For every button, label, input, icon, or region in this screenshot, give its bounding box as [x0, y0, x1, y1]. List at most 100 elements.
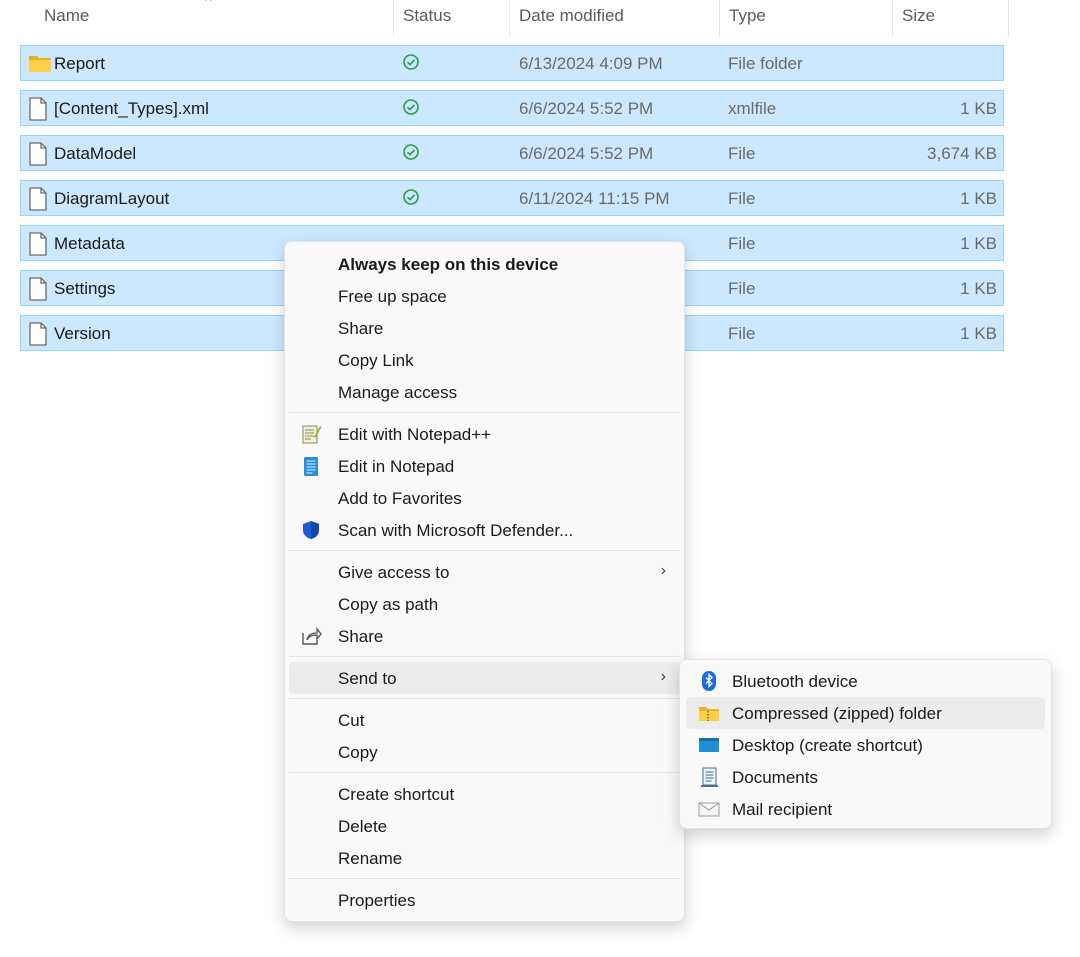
menu-item-edit-notepad-plus[interactable]: Edit with Notepad++ — [289, 418, 680, 450]
file-size: 1 KB — [960, 324, 997, 343]
menu-item-scan-defender[interactable]: Scan with Microsoft Defender... — [289, 514, 680, 546]
menu-item-free-up-space[interactable]: Free up space — [289, 280, 680, 312]
menu-item-give-access-to[interactable]: Give access to › — [289, 556, 680, 588]
submenu-item-label: Bluetooth device — [732, 672, 858, 691]
menu-item-label: Create shortcut — [338, 785, 455, 804]
file-icon — [29, 97, 47, 121]
menu-item-always-keep[interactable]: Always keep on this device — [289, 248, 680, 280]
menu-separator — [289, 772, 680, 773]
file-date: 6/6/2024 5:52 PM — [519, 99, 654, 118]
file-name: Report — [54, 54, 106, 73]
menu-item-add-to-favorites[interactable]: Add to Favorites — [289, 482, 680, 514]
menu-item-label: Free up space — [338, 287, 447, 306]
file-size: 1 KB — [960, 189, 997, 208]
submenu-item-mail-recipient[interactable]: Mail recipient — [686, 793, 1045, 825]
file-size: 1 KB — [960, 99, 997, 118]
menu-item-label: Send to — [338, 669, 397, 688]
menu-item-share[interactable]: Share — [289, 620, 680, 652]
file-date: 6/11/2024 11:15 PM — [519, 189, 670, 208]
file-name: DataModel — [54, 144, 137, 163]
submenu-item-documents[interactable]: Documents — [686, 761, 1045, 793]
file-date: 6/6/2024 5:52 PM — [519, 144, 654, 163]
file-row[interactable]: [Content_Types].xml 6/6/2024 5:52 PM xml… — [20, 90, 1004, 126]
menu-item-label: Always keep on this device — [338, 255, 559, 274]
menu-item-send-to[interactable]: Send to › — [289, 662, 680, 694]
menu-item-edit-notepad[interactable]: Edit in Notepad — [289, 450, 680, 482]
documents-icon — [701, 767, 718, 787]
notepad-plus-plus-icon — [302, 425, 322, 444]
menu-item-delete[interactable]: Delete — [289, 810, 680, 842]
file-row[interactable]: DiagramLayout 6/11/2024 11:15 PM File 1 … — [20, 180, 1004, 216]
column-name[interactable]: Name — [44, 6, 89, 26]
bluetooth-icon — [702, 671, 716, 691]
menu-separator — [289, 550, 680, 551]
file-icon — [29, 277, 47, 301]
column-divider[interactable] — [719, 0, 720, 36]
chevron-right-icon: › — [660, 562, 666, 579]
column-type[interactable]: Type — [729, 6, 766, 26]
menu-item-properties[interactable]: Properties — [289, 884, 680, 916]
column-divider[interactable] — [892, 0, 893, 36]
file-type: xmlfile — [728, 99, 777, 118]
context-menu: Always keep on this device Free up space… — [284, 241, 685, 922]
file-type: File — [728, 234, 756, 253]
column-divider[interactable] — [393, 0, 394, 36]
file-row[interactable]: Report 6/13/2024 4:09 PM File folder — [20, 45, 1004, 81]
file-icon — [29, 232, 47, 256]
menu-item-label: Scan with Microsoft Defender... — [338, 521, 574, 540]
file-size: 1 KB — [960, 234, 997, 253]
file-name: DiagramLayout — [54, 189, 170, 208]
menu-item-manage-access[interactable]: Manage access — [289, 376, 680, 408]
notepad-icon — [304, 457, 318, 476]
submenu-item-compressed-folder[interactable]: Compressed (zipped) folder — [686, 697, 1045, 729]
desktop-icon — [699, 738, 719, 752]
folder-icon — [29, 56, 51, 72]
zip-folder-icon — [699, 707, 719, 721]
submenu-item-bluetooth[interactable]: Bluetooth device — [686, 665, 1045, 697]
sort-up-icon[interactable]: ^ — [205, 0, 212, 8]
menu-separator — [289, 656, 680, 657]
file-date: 6/13/2024 4:09 PM — [519, 54, 663, 73]
status-synced-icon — [402, 143, 420, 166]
column-date-modified[interactable]: Date modified — [519, 6, 624, 26]
menu-item-cut[interactable]: Cut — [289, 704, 680, 736]
menu-item-copy-link[interactable]: Copy Link — [289, 344, 680, 376]
menu-item-copy-as-path[interactable]: Copy as path — [289, 588, 680, 620]
submenu-item-label: Documents — [732, 768, 818, 787]
menu-separator — [289, 698, 680, 699]
file-type: File — [728, 324, 756, 343]
menu-item-rename[interactable]: Rename — [289, 842, 680, 874]
column-size[interactable]: Size — [902, 6, 935, 26]
menu-item-label: Rename — [338, 849, 403, 868]
menu-item-label: Copy as path — [338, 595, 439, 614]
column-divider[interactable] — [1008, 0, 1009, 36]
menu-separator — [289, 412, 680, 413]
menu-item-create-shortcut[interactable]: Create shortcut — [289, 778, 680, 810]
status-synced-icon — [402, 98, 420, 121]
menu-item-copy[interactable]: Copy — [289, 736, 680, 768]
file-name: [Content_Types].xml — [54, 99, 209, 118]
file-size: 1 KB — [960, 279, 997, 298]
mail-icon — [698, 802, 720, 817]
file-row[interactable]: DataModel 6/6/2024 5:52 PM File 3,674 KB — [20, 135, 1004, 171]
menu-separator — [289, 878, 680, 879]
file-type: File — [728, 189, 756, 208]
status-synced-icon — [402, 53, 420, 76]
submenu-item-desktop[interactable]: Desktop (create shortcut) — [686, 729, 1045, 761]
menu-item-label: Properties — [338, 891, 416, 910]
column-divider[interactable] — [509, 0, 510, 36]
submenu-item-label: Compressed (zipped) folder — [732, 704, 942, 723]
file-icon — [29, 142, 47, 166]
status-synced-icon — [402, 188, 420, 211]
column-status[interactable]: Status — [403, 6, 451, 26]
submenu-item-label: Desktop (create shortcut) — [732, 736, 923, 755]
file-name: Version — [54, 324, 111, 343]
chevron-right-icon: › — [660, 668, 666, 685]
menu-item-share-onedrive[interactable]: Share — [289, 312, 680, 344]
file-type: File — [728, 279, 756, 298]
menu-item-label: Delete — [338, 817, 388, 836]
file-icon — [29, 187, 47, 211]
submenu-item-label: Mail recipient — [732, 800, 833, 819]
menu-item-label: Edit with Notepad++ — [338, 425, 492, 444]
menu-item-label: Edit in Notepad — [338, 457, 455, 476]
